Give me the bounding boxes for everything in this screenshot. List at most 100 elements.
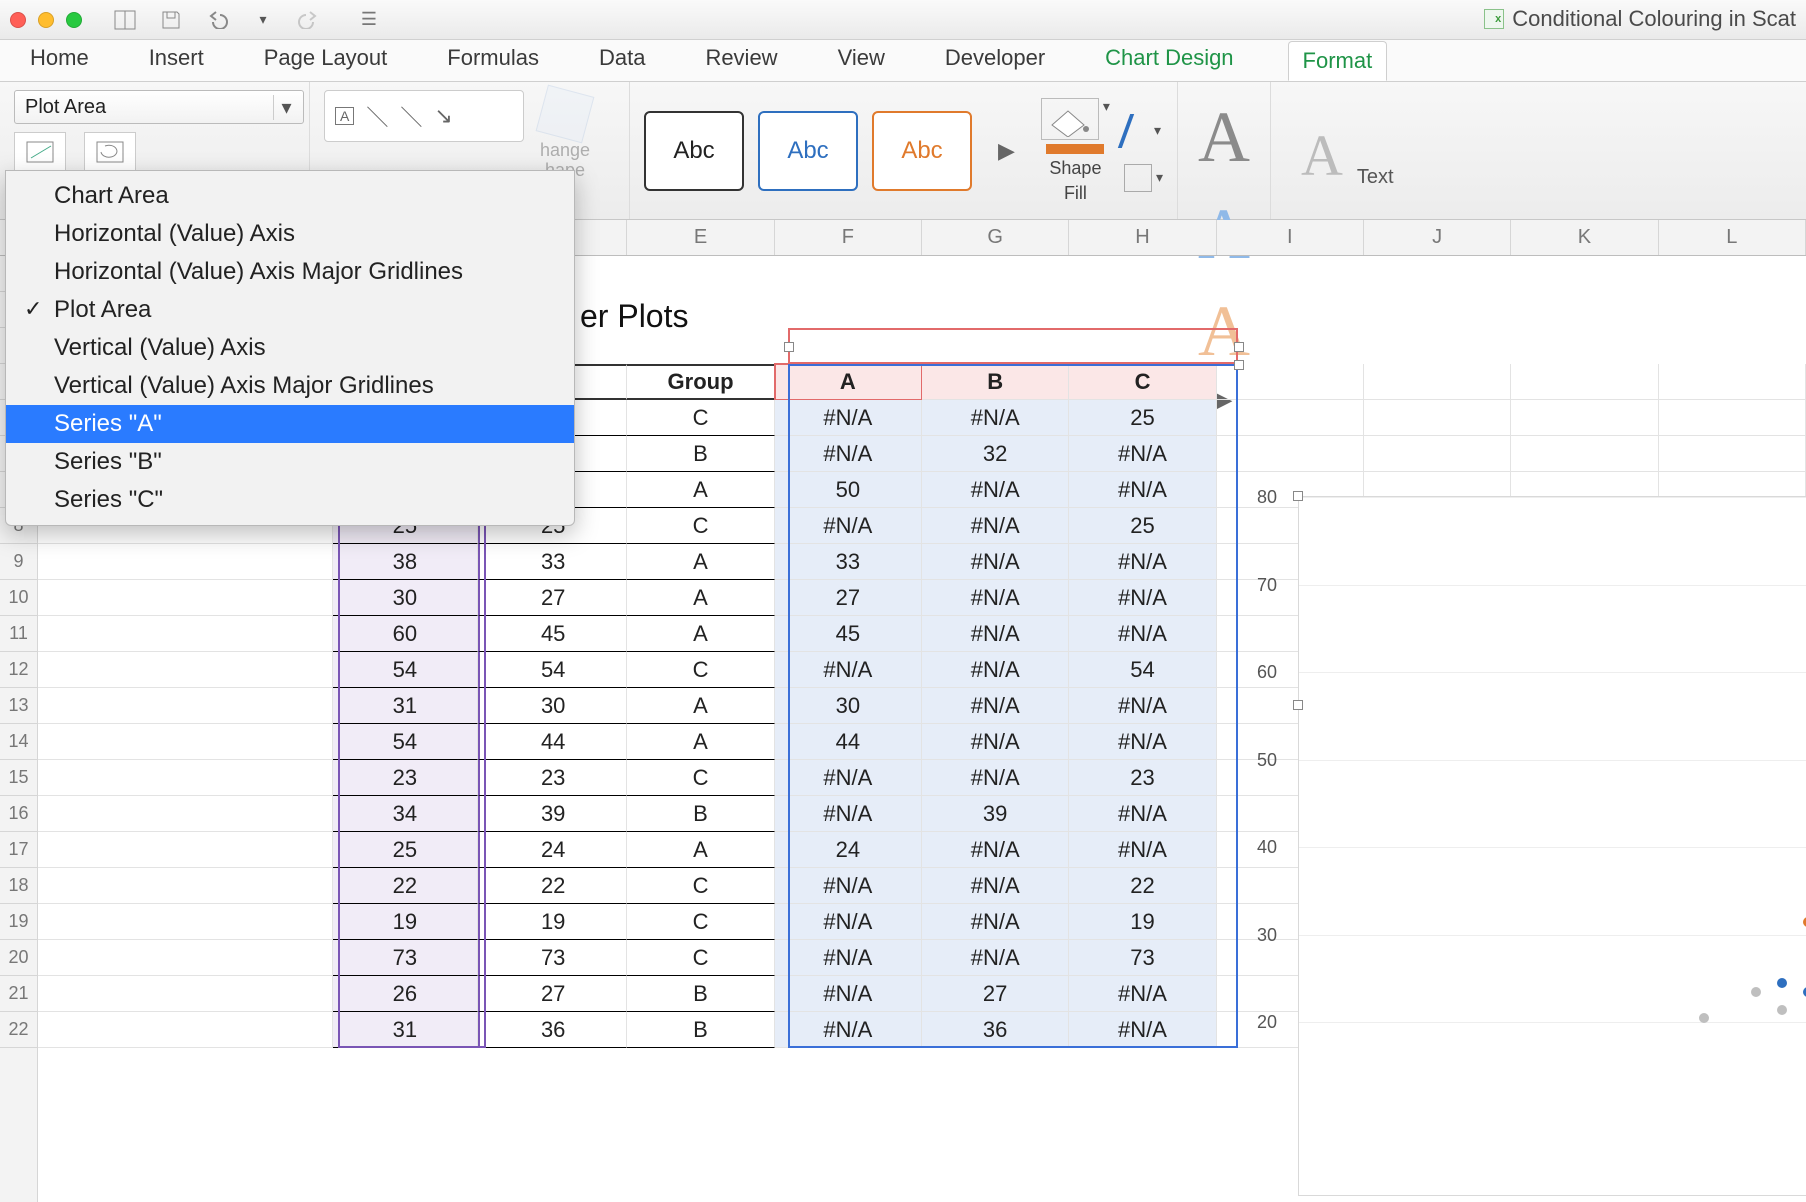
- cell[interactable]: C: [627, 508, 774, 544]
- change-shape-button[interactable]: hange hape: [540, 90, 590, 180]
- customize-qat-icon[interactable]: ☰: [356, 8, 382, 32]
- red-handle-l[interactable]: [784, 342, 794, 352]
- cell[interactable]: #N/A: [1069, 976, 1216, 1012]
- shape-styles-more-icon[interactable]: ▶: [986, 138, 1027, 164]
- cell[interactable]: B: [627, 1012, 774, 1048]
- cell[interactable]: #N/A: [775, 1012, 922, 1048]
- cell[interactable]: 19: [1069, 904, 1216, 940]
- cell[interactable]: C: [627, 400, 774, 436]
- cell[interactable]: B: [627, 436, 774, 472]
- row-header[interactable]: 16: [0, 796, 37, 832]
- autosave-icon[interactable]: [112, 8, 138, 32]
- col-F[interactable]: F: [775, 220, 922, 255]
- cell[interactable]: 31: [333, 688, 478, 724]
- tab-insert[interactable]: Insert: [143, 39, 210, 81]
- cell[interactable]: #N/A: [775, 904, 922, 940]
- cell[interactable]: 25: [1069, 400, 1216, 436]
- cell[interactable]: [1511, 400, 1658, 436]
- cell[interactable]: A: [627, 472, 774, 508]
- cell[interactable]: A: [627, 544, 774, 580]
- cell[interactable]: [1217, 400, 1364, 436]
- row-header[interactable]: 20: [0, 940, 37, 976]
- col-I[interactable]: I: [1217, 220, 1364, 255]
- tab-page-layout[interactable]: Page Layout: [258, 39, 394, 81]
- dropdown-item[interactable]: Series "B": [6, 443, 574, 481]
- cell[interactable]: [38, 940, 333, 976]
- col-J[interactable]: J: [1364, 220, 1511, 255]
- tab-formulas[interactable]: Formulas: [441, 39, 545, 81]
- cell[interactable]: 34: [333, 796, 478, 832]
- minimize-icon[interactable]: [38, 12, 54, 28]
- cell[interactable]: [38, 904, 333, 940]
- cell[interactable]: #N/A: [922, 832, 1069, 868]
- dropdown-item[interactable]: Series "C": [6, 481, 574, 519]
- row-header[interactable]: 21: [0, 976, 37, 1012]
- cell[interactable]: 23: [1069, 760, 1216, 796]
- cell[interactable]: 30: [478, 688, 627, 724]
- chart-point[interactable]: [1777, 978, 1787, 988]
- arrow-shape-icon[interactable]: ↘: [434, 103, 452, 129]
- cell[interactable]: 26: [333, 976, 478, 1012]
- cell[interactable]: #N/A: [775, 940, 922, 976]
- cell[interactable]: [38, 652, 333, 688]
- cell[interactable]: #N/A: [775, 868, 922, 904]
- line-shape-icon-2[interactable]: ＼: [400, 100, 422, 132]
- redo-icon[interactable]: [296, 8, 322, 32]
- cell[interactable]: [1511, 436, 1658, 472]
- chart-element-dropdown[interactable]: Chart AreaHorizontal (Value) AxisHorizon…: [5, 170, 575, 526]
- save-icon[interactable]: [158, 8, 184, 32]
- row-header[interactable]: 15: [0, 760, 37, 796]
- dropdown-item[interactable]: Plot Area: [6, 291, 574, 329]
- cell[interactable]: #N/A: [1069, 724, 1216, 760]
- cell[interactable]: [1364, 436, 1511, 472]
- chart-point[interactable]: [1777, 1005, 1787, 1015]
- text-fill-icon[interactable]: A: [1301, 122, 1343, 189]
- chart-point[interactable]: [1751, 987, 1761, 997]
- undo-dropdown-icon[interactable]: ▾: [250, 8, 276, 32]
- cell[interactable]: 50: [775, 472, 922, 508]
- cell[interactable]: [38, 616, 333, 652]
- cell[interactable]: 39: [478, 796, 627, 832]
- chart-handle-tl[interactable]: [1293, 491, 1303, 501]
- cell[interactable]: [1217, 436, 1364, 472]
- reset-style-icon[interactable]: [84, 132, 136, 172]
- cell[interactable]: #N/A: [1069, 1012, 1216, 1048]
- col-L[interactable]: L: [1659, 220, 1806, 255]
- cell[interactable]: C: [627, 904, 774, 940]
- shape-palette[interactable]: A ＼ ＼ ↘: [324, 90, 524, 142]
- shape-style-preset-2[interactable]: Abc: [758, 111, 858, 191]
- row-header[interactable]: 9: [0, 544, 37, 580]
- cell[interactable]: #N/A: [1069, 832, 1216, 868]
- cell[interactable]: #N/A: [775, 508, 922, 544]
- tab-developer[interactable]: Developer: [939, 39, 1051, 81]
- cell[interactable]: C: [627, 760, 774, 796]
- cell[interactable]: [38, 868, 333, 904]
- cell[interactable]: 54: [333, 724, 478, 760]
- shape-style-preset-3[interactable]: Abc: [872, 111, 972, 191]
- cell[interactable]: #N/A: [922, 868, 1069, 904]
- cell[interactable]: 25: [333, 832, 478, 868]
- dropdown-item[interactable]: Series "A": [6, 405, 574, 443]
- format-selection-icon[interactable]: [14, 132, 66, 172]
- cell[interactable]: #N/A: [775, 400, 922, 436]
- cell[interactable]: #N/A: [922, 724, 1069, 760]
- cell[interactable]: 45: [478, 616, 627, 652]
- cell[interactable]: [38, 796, 333, 832]
- tab-format[interactable]: Format: [1288, 41, 1388, 81]
- tab-home[interactable]: Home: [24, 39, 95, 81]
- close-icon[interactable]: [10, 12, 26, 28]
- cell[interactable]: 27: [775, 580, 922, 616]
- row-header[interactable]: 18: [0, 868, 37, 904]
- cell[interactable]: 25: [1069, 508, 1216, 544]
- cell[interactable]: [38, 760, 333, 796]
- cell[interactable]: 60: [333, 616, 478, 652]
- cell[interactable]: [38, 976, 333, 1012]
- shape-fill-button[interactable]: ▾ Shape Fill: [1041, 98, 1110, 204]
- tab-data[interactable]: Data: [593, 39, 651, 81]
- cell[interactable]: [1659, 400, 1806, 436]
- cell[interactable]: 24: [775, 832, 922, 868]
- cell[interactable]: #N/A: [1069, 544, 1216, 580]
- cell[interactable]: A: [627, 724, 774, 760]
- cell[interactable]: #N/A: [922, 652, 1069, 688]
- dropdown-caret-icon[interactable]: ▾: [1103, 98, 1110, 115]
